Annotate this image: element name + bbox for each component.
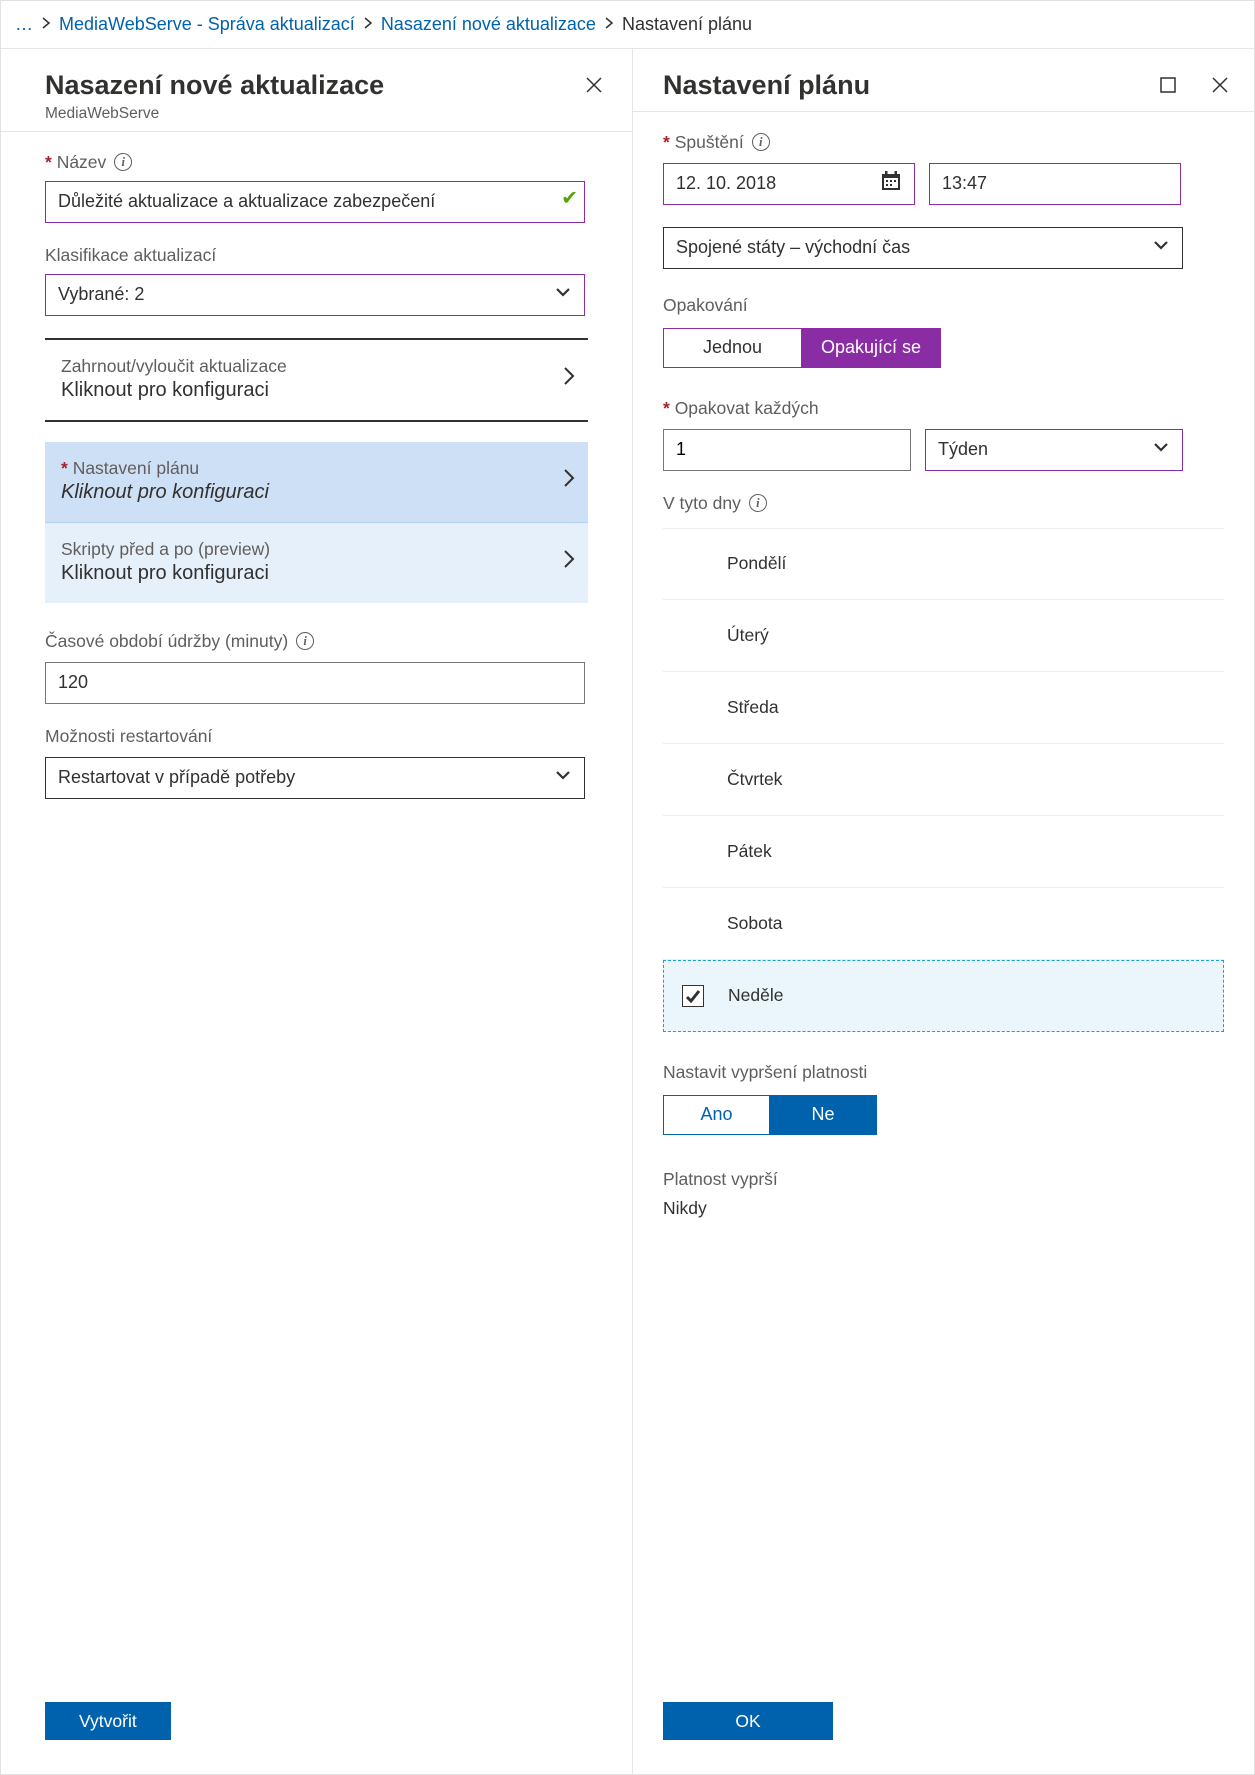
day-row-4[interactable]: Pátek [663,816,1224,888]
expire-option-yes[interactable]: Ano [664,1096,770,1134]
checkbox-placeholder [681,840,703,862]
close-icon[interactable] [1208,73,1232,97]
breadcrumb-item-1[interactable]: Nasazení nové aktualizace [381,14,596,35]
breadcrumb-ellipsis[interactable]: … [15,14,33,35]
panel-deployment-subtitle: MediaWebServe [45,105,384,123]
checkbox-placeholder [681,768,703,790]
chevron-right-icon [560,362,578,395]
every-label: Opakovat každých [663,398,819,419]
repeat-toggle: Jednou Opakující se [663,328,941,368]
panel-deployment-title: Nasazení nové aktualizace [45,69,384,103]
name-input[interactable] [45,181,585,223]
day-row-3[interactable]: Čtvrtek [663,744,1224,816]
start-label: Spuštění [663,132,744,153]
chevron-down-icon [554,283,572,306]
validity-label: Platnost vyprší [663,1169,778,1190]
classification-select[interactable]: Vybrané: 2 [45,274,585,316]
day-label: Středa [727,697,779,718]
breadcrumb: … MediaWebServe - Správa aktualizací Nas… [1,1,1254,49]
maximize-icon[interactable] [1156,73,1180,97]
start-time-input[interactable]: 13:47 [929,163,1181,205]
checkbox-placeholder [681,696,703,718]
start-time-value: 13:47 [942,173,987,194]
classification-value: Vybrané: 2 [58,284,144,305]
day-label: Pondělí [727,553,786,574]
day-row-1[interactable]: Úterý [663,600,1224,672]
chevron-down-icon [554,766,572,789]
checkbox-placeholder [681,624,703,646]
day-label: Neděle [728,985,783,1006]
nav-include-exclude-label: Zahrnout/vyloučit aktualizace [61,356,287,377]
start-date-input[interactable]: 12. 10. 2018 [663,163,915,205]
breadcrumb-item-2: Nastavení plánu [622,14,752,35]
name-label: Název [45,152,106,173]
nav-scripts[interactable]: Skripty před a po (preview) Kliknout pro… [45,522,588,603]
nav-schedule-label: Nastavení plánu [61,458,269,479]
panel-schedule: Nastavení plánu Spuštění i 12. 10. 2018 [633,49,1254,1774]
day-label: Pátek [727,841,772,862]
nav-include-exclude[interactable]: Zahrnout/vyloučit aktualizace Kliknout p… [45,340,588,422]
reboot-value: Restartovat v případě potřeby [58,767,295,788]
repeat-label: Opakování [663,295,748,316]
nav-scripts-label: Skripty před a po (preview) [61,539,270,560]
nav-schedule[interactable]: Nastavení plánu Kliknout pro konfiguraci [45,442,588,522]
reboot-select[interactable]: Restartovat v případě potřeby [45,757,585,799]
checkbox-placeholder [681,553,703,575]
info-icon[interactable]: i [749,494,767,512]
expire-toggle: Ano Ne [663,1095,877,1135]
panel-deployment: Nasazení nové aktualizace MediaWebServe … [1,49,633,1774]
timezone-value: Spojené státy – východní čas [676,237,910,258]
info-icon[interactable]: i [114,153,132,171]
every-unit-value: Týden [938,439,988,460]
day-label: Sobota [727,913,782,934]
chevron-down-icon [1152,438,1170,461]
every-unit-select[interactable]: Týden [925,429,1183,471]
day-label: Čtvrtek [727,769,782,790]
chevron-right-icon [560,545,578,578]
day-row-5[interactable]: Sobota [663,888,1224,960]
chevron-right-icon [560,464,578,497]
maint-input[interactable] [45,662,585,704]
info-icon[interactable]: i [296,632,314,650]
every-value-input[interactable] [663,429,911,471]
nav-scripts-value: Kliknout pro konfiguraci [61,562,270,585]
expire-option-no[interactable]: Ne [770,1096,876,1134]
close-icon[interactable] [582,73,606,97]
checkbox-placeholder [681,912,703,934]
day-row-0[interactable]: Pondělí [663,528,1224,600]
day-row-6[interactable]: Neděle [663,960,1224,1032]
nav-schedule-value: Kliknout pro konfiguraci [61,481,269,504]
create-button[interactable]: Vytvořit [45,1702,171,1740]
nav-include-exclude-value: Kliknout pro konfiguraci [61,379,287,402]
timezone-select[interactable]: Spojené státy – východní čas [663,227,1183,269]
calendar-icon [880,170,902,197]
days-label: V tyto dny [663,493,741,514]
repeat-option-recurring[interactable]: Opakující se [802,329,940,367]
breadcrumb-sep [41,14,51,35]
validity-value: Nikdy [663,1198,1224,1219]
reboot-label: Možnosti restartování [45,726,212,747]
panel-schedule-title: Nastavení plánu [663,69,870,103]
breadcrumb-item-0[interactable]: MediaWebServe - Správa aktualizací [59,14,355,35]
day-label: Úterý [727,625,769,646]
maint-label: Časové období údržby (minuty) [45,631,288,652]
checkbox-icon[interactable] [682,985,704,1007]
check-icon: ✔ [561,185,578,210]
expire-label: Nastavit vypršení platnosti [663,1062,867,1083]
ok-button[interactable]: OK [663,1702,833,1740]
repeat-option-once[interactable]: Jednou [664,329,802,367]
chevron-down-icon [1152,236,1170,259]
classification-label: Klasifikace aktualizací [45,245,216,266]
info-icon[interactable]: i [752,133,770,151]
start-date-value: 12. 10. 2018 [676,173,776,194]
day-row-2[interactable]: Středa [663,672,1224,744]
